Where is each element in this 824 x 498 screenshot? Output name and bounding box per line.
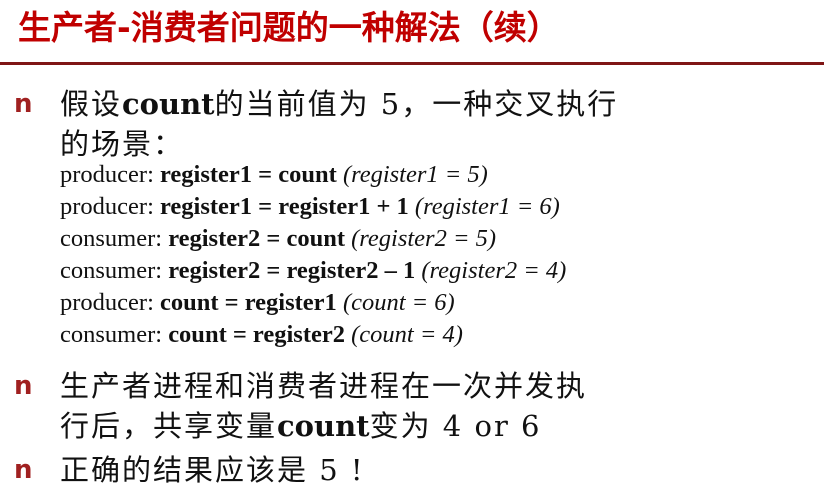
step-actor: producer: <box>60 161 160 188</box>
step-line: producer: register1 = register1 + 1 (reg… <box>60 191 560 222</box>
bullet-text: 生产者进程和消费者进程在一次并发执 行后，共享变量count变为 4 or 6 <box>60 366 587 446</box>
bullet-line: 正确的结果应该是 5 ! <box>60 453 365 487</box>
step-note: (register1 = 5) <box>342 161 488 188</box>
step-actor: consumer: <box>60 257 169 284</box>
text-segment: 行后，共享变量 <box>60 409 278 443</box>
step-line: consumer: count = register2 (count = 4) <box>60 319 463 350</box>
step-statement: register1 = count <box>160 161 337 188</box>
step-line: producer: count = register1 (count = 6) <box>60 287 455 318</box>
step-statement: register2 = count <box>168 225 345 252</box>
step-actor: producer: <box>60 289 160 316</box>
text-segment: 假设 <box>60 87 123 121</box>
step-note: (count = 4) <box>351 321 463 348</box>
step-line: consumer: register2 = count (register2 =… <box>60 223 496 254</box>
step-line: producer: register1 = count (register1 =… <box>60 159 488 190</box>
bullet-text: 正确的结果应该是 5 ! <box>60 450 365 490</box>
step-line: consumer: register2 = register2 – 1 (reg… <box>60 255 566 286</box>
text-segment: 变为 4 or 6 <box>369 409 542 443</box>
bullet-marker: n <box>14 371 33 401</box>
bullet-marker: n <box>14 89 33 119</box>
step-statement: register2 = register2 – 1 <box>168 257 416 284</box>
step-statement: count = register1 <box>160 289 337 316</box>
step-statement: register1 = register1 + 1 <box>160 193 409 220</box>
bullet-marker: n <box>14 455 33 485</box>
slide-title: 生产者-消费者问题的一种解法（续） <box>18 8 560 47</box>
step-statement: count = register2 <box>168 321 345 348</box>
step-note: (register2 = 5) <box>351 225 497 252</box>
step-note: (count = 6) <box>342 289 455 316</box>
text-segment: 的当前值为 5，一种交叉执行 <box>214 87 619 121</box>
keyword-count: count <box>122 87 215 121</box>
bullet-text: 假设count的当前值为 5，一种交叉执行 的场景： <box>60 84 618 164</box>
title-divider <box>0 62 824 65</box>
step-actor: producer: <box>60 193 160 220</box>
bullet-line: 的场景： <box>60 127 185 161</box>
step-actor: consumer: <box>60 321 169 348</box>
keyword-count: count <box>277 409 370 443</box>
step-note: (register1 = 6) <box>414 193 560 220</box>
bullet-line: 生产者进程和消费者进程在一次并发执 <box>60 369 588 403</box>
bullet-line: 假设count的当前值为 5，一种交叉执行 <box>60 84 618 124</box>
step-note: (register2 = 4) <box>421 257 567 284</box>
bullet-line: 行后，共享变量count变为 4 or 6 <box>60 406 587 446</box>
step-actor: consumer: <box>60 225 169 252</box>
